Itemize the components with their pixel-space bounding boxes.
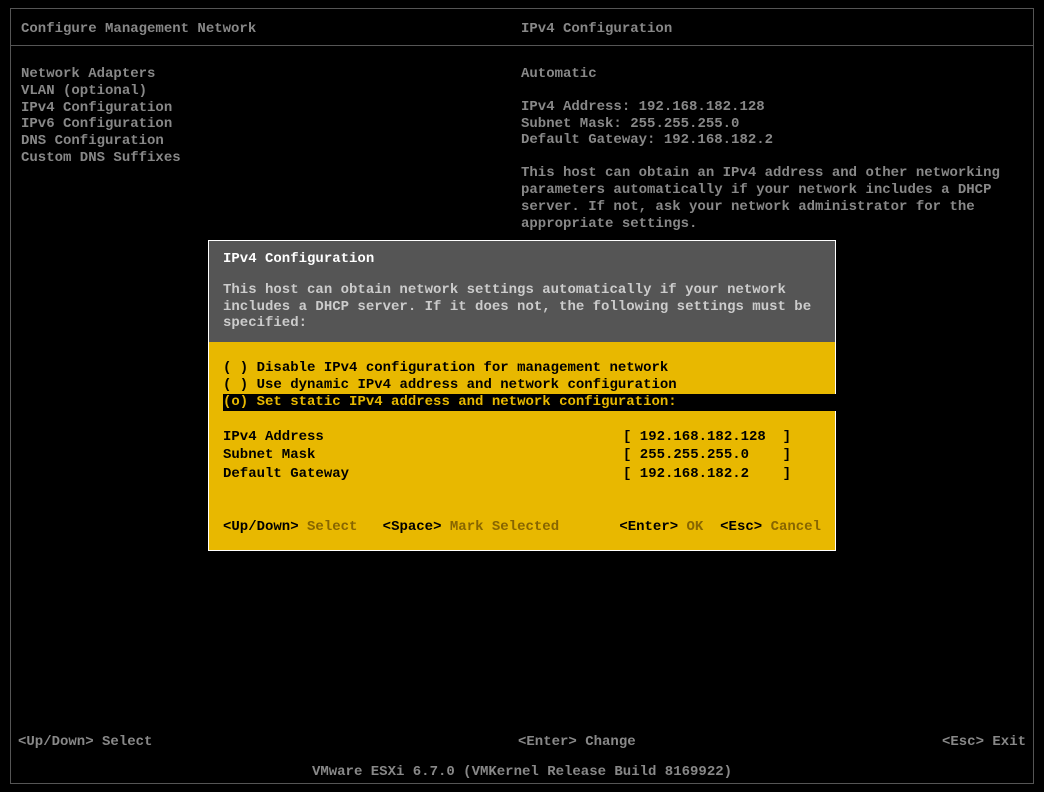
bottom-select-label: Select [102, 734, 152, 750]
version-bar: VMware ESXi 6.7.0 (VMKernel Release Buil… [0, 764, 1044, 780]
sidebar-item-vlan[interactable]: VLAN (optional) [21, 83, 521, 100]
hint-updown-label: Select [307, 519, 357, 535]
hint-enter-label: OK [687, 519, 704, 535]
sidebar-menu: Network Adapters VLAN (optional) IPv4 Co… [21, 66, 521, 232]
field-ipv4-address[interactable]: IPv4 Address [ 192.168.182.128 ] [223, 429, 821, 446]
field-value-gateway[interactable]: [ 192.168.182.2 ] [623, 466, 791, 483]
info-address: IPv4 Address: 192.168.182.128 [521, 99, 1023, 116]
info-mode: Automatic [521, 66, 1023, 83]
header-title-right: IPv4 Configuration [521, 21, 1023, 37]
sidebar-item-ipv6[interactable]: IPv6 Configuration [21, 116, 521, 133]
sidebar-item-ipv4[interactable]: IPv4 Configuration [21, 100, 521, 117]
field-subnet-mask[interactable]: Subnet Mask [ 255.255.255.0 ] [223, 447, 821, 464]
dialog-title: IPv4 Configuration [223, 251, 821, 268]
radio-group: ( ) Disable IPv4 configuration for manag… [223, 360, 821, 410]
radio-static-ipv4[interactable]: (o) Set static IPv4 address and network … [223, 394, 857, 411]
field-default-gateway[interactable]: Default Gateway [ 192.168.182.2 ] [223, 466, 821, 483]
bottom-change-label: Change [585, 734, 635, 750]
dialog-footer: <Up/Down> Select <Space> Mark Selected <… [223, 519, 821, 536]
hint-esc-key[interactable]: <Esc> [720, 519, 762, 535]
hint-enter-key[interactable]: <Enter> [619, 519, 678, 535]
radio-dynamic-ipv4[interactable]: ( ) Use dynamic IPv4 address and network… [223, 377, 821, 394]
bottom-hint-bar: <Up/Down> Select <Enter> Change <Esc> Ex… [10, 730, 1034, 754]
sidebar-item-custom-dns[interactable]: Custom DNS Suffixes [21, 150, 521, 167]
hint-esc-label: Cancel [771, 519, 821, 535]
field-label-mask: Subnet Mask [223, 447, 623, 464]
header: Configure Management Network IPv4 Config… [11, 9, 1033, 46]
field-value-mask[interactable]: [ 255.255.255.0 ] [623, 447, 791, 464]
bottom-change-key: <Enter> [518, 734, 577, 750]
bottom-exit-label: Exit [992, 734, 1026, 750]
info-description: This host can obtain an IPv4 address and… [521, 165, 1023, 232]
dialog-body: ( ) Disable IPv4 configuration for manag… [209, 342, 835, 550]
header-title-left: Configure Management Network [21, 21, 521, 37]
dialog-header: IPv4 Configuration This host can obtain … [209, 241, 835, 342]
radio-disable-ipv4[interactable]: ( ) Disable IPv4 configuration for manag… [223, 360, 821, 377]
bottom-select-key: <Up/Down> [18, 734, 94, 750]
bottom-exit-key: <Esc> [942, 734, 984, 750]
field-label-gateway: Default Gateway [223, 466, 623, 483]
ipv4-config-dialog: IPv4 Configuration This host can obtain … [208, 240, 836, 551]
sidebar-item-dns[interactable]: DNS Configuration [21, 133, 521, 150]
hint-updown-key: <Up/Down> [223, 519, 299, 535]
info-panel: Automatic IPv4 Address: 192.168.182.128 … [521, 66, 1023, 232]
field-label-address: IPv4 Address [223, 429, 623, 446]
content-area: Network Adapters VLAN (optional) IPv4 Co… [11, 46, 1033, 242]
field-value-address[interactable]: [ 192.168.182.128 ] [623, 429, 791, 446]
info-mask: Subnet Mask: 255.255.255.0 [521, 116, 1023, 133]
hint-space-key: <Space> [383, 519, 442, 535]
info-gateway: Default Gateway: 192.168.182.2 [521, 132, 1023, 149]
dialog-description: This host can obtain network settings au… [223, 282, 821, 332]
sidebar-item-network-adapters[interactable]: Network Adapters [21, 66, 521, 83]
hint-space-label: Mark Selected [450, 519, 559, 535]
fields-block: IPv4 Address [ 192.168.182.128 ] Subnet … [223, 429, 821, 483]
